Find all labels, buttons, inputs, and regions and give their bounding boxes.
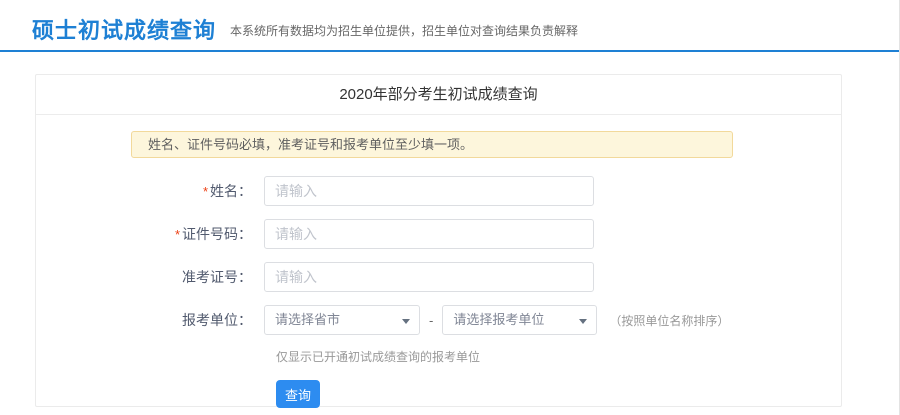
chevron-down-icon bbox=[579, 319, 587, 324]
form-row-exam-ticket: 准考证号： bbox=[36, 262, 841, 292]
exam-ticket-input[interactable] bbox=[264, 262, 594, 292]
page-subtitle: 本系统所有数据均为招生单位提供，招生单位对查询结果负责解释 bbox=[230, 22, 578, 42]
notice-text: 姓名、证件号码必填，准考证号和报考单位至少填一项。 bbox=[148, 137, 473, 152]
unit-label: 报考单位： bbox=[36, 305, 264, 335]
query-button[interactable]: 查询 bbox=[276, 380, 320, 408]
page: 硕士初试成绩查询 本系统所有数据均为招生单位提供，招生单位对查询结果负责解释 2… bbox=[0, 0, 900, 415]
id-number-input[interactable] bbox=[264, 219, 594, 249]
id-number-label: *证件号码： bbox=[36, 219, 264, 250]
notice-banner: 姓名、证件号码必填，准考证号和报考单位至少填一项。 bbox=[131, 131, 733, 158]
query-form: *姓名： *证件号码： 准考证号： 报考单位： 请选择省市 - 请选择报考单 bbox=[36, 176, 841, 408]
unit-select[interactable]: 请选择报考单位 bbox=[442, 305, 597, 335]
name-input[interactable] bbox=[264, 176, 594, 206]
query-panel: 2020年部分考生初试成绩查询 姓名、证件号码必填，准考证号和报考单位至少填一项… bbox=[35, 74, 842, 407]
page-title: 硕士初试成绩查询 bbox=[32, 20, 216, 42]
header-divider bbox=[0, 50, 900, 52]
province-select-value: 请选择省市 bbox=[275, 312, 340, 327]
name-label: *姓名： bbox=[36, 176, 264, 207]
unit-note: 仅显示已开通初试成绩查询的报考单位 bbox=[276, 348, 841, 365]
chevron-down-icon bbox=[402, 319, 410, 324]
unit-select-value: 请选择报考单位 bbox=[453, 312, 544, 327]
exam-ticket-label: 准考证号： bbox=[36, 262, 264, 292]
required-marker: * bbox=[203, 184, 208, 199]
required-marker: * bbox=[175, 227, 180, 242]
province-select[interactable]: 请选择省市 bbox=[264, 305, 420, 335]
form-row-name: *姓名： bbox=[36, 176, 841, 206]
select-separator: - bbox=[429, 313, 433, 328]
form-row-unit: 报考单位： 请选择省市 - 请选择报考单位 （按照单位名称排序） bbox=[36, 305, 841, 335]
page-header: 硕士初试成绩查询 本系统所有数据均为招生单位提供，招生单位对查询结果负责解释 bbox=[0, 0, 900, 50]
form-row-id-number: *证件号码： bbox=[36, 219, 841, 249]
sort-hint: （按照单位名称排序） bbox=[609, 312, 729, 329]
panel-title: 2020年部分考生初试成绩查询 bbox=[36, 75, 841, 115]
